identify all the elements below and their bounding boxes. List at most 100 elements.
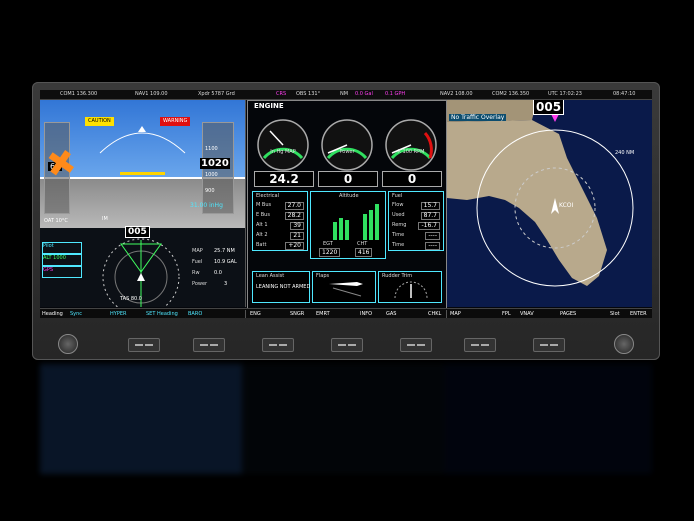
aircraft-symbol-icon (120, 172, 165, 175)
com1-freq[interactable]: COM1 136.300 (60, 90, 97, 99)
rudder-trim-title: Rudder Trim (382, 273, 413, 279)
softkey-pages[interactable]: PAGES (560, 309, 576, 318)
power-gauge-value: 0 (318, 171, 378, 187)
alt-tick-1100: 1100 (205, 146, 218, 152)
power-label: Power (192, 281, 208, 287)
softkey-enter[interactable]: ENTER (630, 309, 647, 318)
fuel-title: Fuel (392, 193, 403, 199)
map-label: MAP (192, 248, 203, 254)
softkey-chkl[interactable]: CHKL (428, 309, 441, 318)
obs-value: OBS 131° (296, 91, 321, 97)
softkey-map[interactable]: MAP (450, 309, 461, 318)
softkey-sngr[interactable]: SNGR (290, 309, 304, 318)
nav1-freq[interactable]: NAV1 109.00 (135, 90, 168, 99)
bezel-button-7[interactable] (533, 338, 565, 352)
map-range[interactable]: 240 NM (615, 150, 634, 156)
softkey-heading[interactable]: Heading (42, 309, 63, 318)
softkey-emrt[interactable]: EMRT (316, 309, 330, 318)
fuel-row: Time ---- (392, 232, 440, 240)
electrical-title: Electrical (256, 193, 279, 199)
bezel-button-3[interactable] (262, 338, 294, 352)
primary-flight-display: CAUTION WARNING 60 1100 1020 1000 900 31… (40, 100, 246, 307)
alt-tick-1000: 1000 (205, 172, 218, 178)
ap-mode-box-2[interactable]: ALT 1000 (42, 254, 82, 266)
softkey-info[interactable]: INFO (360, 309, 372, 318)
softkey-fpl[interactable]: FPL (502, 309, 511, 318)
softkey-eng[interactable]: ENG (250, 309, 261, 318)
fuel-row: Remg -16.7 (392, 222, 440, 230)
bezel-button-5[interactable] (400, 338, 432, 352)
softkey-slot[interactable]: Slot (610, 309, 620, 318)
com2-freq[interactable]: COM2 136.350 (492, 90, 529, 99)
local-time: 08:47:10 (613, 91, 636, 97)
fuel-label: Fuel (192, 259, 203, 265)
elec-row: Batt +20 (256, 242, 304, 250)
right-knob[interactable] (614, 334, 634, 354)
power-gauge-icon (321, 119, 373, 171)
softkey-baro[interactable]: BARO (188, 309, 202, 318)
map-value: 25.7 NM (214, 248, 235, 254)
florida-map-icon (447, 100, 634, 287)
fuel-gal: 0.0 Gal (355, 91, 373, 97)
oat-readout: OAT 10°C (44, 218, 68, 224)
ap-mode-box-1[interactable]: Pilot (42, 242, 82, 254)
warning-annunciator[interactable]: WARNING (160, 117, 191, 126)
map-gauge-icon (257, 119, 309, 171)
bezel-button-4[interactable] (331, 338, 363, 352)
bezel-button-2[interactable] (193, 338, 225, 352)
fuel-row: Flow 15.7 (392, 202, 440, 210)
map-airport-ident[interactable]: KCOI (559, 202, 573, 209)
efis-screen: COM1 136.300 NAV1 109.00 Xpdr 5787 Grd C… (40, 90, 652, 318)
bezel-button-6[interactable] (464, 338, 496, 352)
rpm-gauge-label: X 100 RPM (397, 149, 425, 155)
softkey-set-heading[interactable]: SET Heading (146, 309, 178, 318)
map-heading-readout: 005 (533, 100, 565, 115)
rpm-gauge-value: 0 (382, 171, 442, 187)
altitude-value: 1020 (200, 158, 230, 169)
lean-assist-panel[interactable]: Lean Assist LEANING NOT ARMED (252, 271, 310, 303)
caution-annunciator[interactable]: CAUTION (85, 117, 114, 126)
softkey-hyper[interactable]: HYPER (110, 309, 126, 318)
elec-row: Alt 2 21 (256, 232, 304, 240)
fuel-gph: 0.1 GPH (385, 91, 406, 97)
engine-page: ENGINE In Hg MAP 24.2 Power 0 X 100 RPM … (247, 100, 447, 309)
cht-value: 416 (355, 248, 373, 257)
rw-value: 0.0 (214, 270, 222, 276)
elec-row: M Bus 27.0 (256, 202, 304, 210)
fuel-row: Used 87.7 (392, 212, 440, 220)
nav2-freq[interactable]: NAV2 108.00 (440, 90, 473, 99)
tas-readout: TAS 80.0 (120, 296, 142, 302)
softkey-gas[interactable]: GAS (386, 309, 396, 318)
softkey-vnav[interactable]: VNAV (520, 309, 534, 318)
fuel-value: 10.9 GAL (214, 259, 237, 265)
flaps-panel: Flaps (312, 271, 376, 303)
utc-time: UTC 17:02:23 (548, 91, 582, 97)
rudder-trim-icon (394, 281, 428, 299)
nm-label: NM (340, 91, 349, 97)
left-knob[interactable] (58, 334, 78, 354)
softkey-sync[interactable]: Sync (70, 309, 82, 318)
egt-label: EGT (323, 241, 333, 247)
map-gauge-label: In Hg MAP (270, 149, 296, 155)
moving-map[interactable]: 005 No Traffic Overlay 240 NM KCOI (447, 100, 652, 307)
baro-setting[interactable]: 31.00 inHg (190, 202, 223, 209)
power-gauge-label: Power (339, 149, 355, 155)
alt-tick-900: 900 (205, 188, 215, 194)
traffic-overlay-status[interactable]: No Traffic Overlay (449, 114, 507, 121)
ap-mode-box-3[interactable]: GPS (42, 266, 82, 278)
egt-bar-graph-icon (333, 204, 379, 240)
lean-assist-text: LEANING NOT ARMED (256, 284, 311, 290)
cht-label: CHT (357, 241, 368, 247)
top-status-bar: COM1 136.300 NAV1 109.00 Xpdr 5787 Grd C… (40, 90, 652, 100)
rw-label: Rw (192, 270, 200, 276)
screen-reflection (40, 364, 652, 474)
bezel-button-1[interactable] (128, 338, 160, 352)
transponder[interactable]: Xpdr 5787 Grd (198, 90, 235, 99)
orange-cross-icon (48, 150, 74, 176)
rpm-gauge-icon (385, 119, 437, 171)
flaps-indicator-icon (329, 282, 363, 297)
im-marker: IM (102, 216, 108, 222)
heading-readout: 005 (125, 226, 150, 238)
elec-row: Alt 1 39 (256, 222, 304, 230)
power-value: 3 (224, 281, 228, 287)
